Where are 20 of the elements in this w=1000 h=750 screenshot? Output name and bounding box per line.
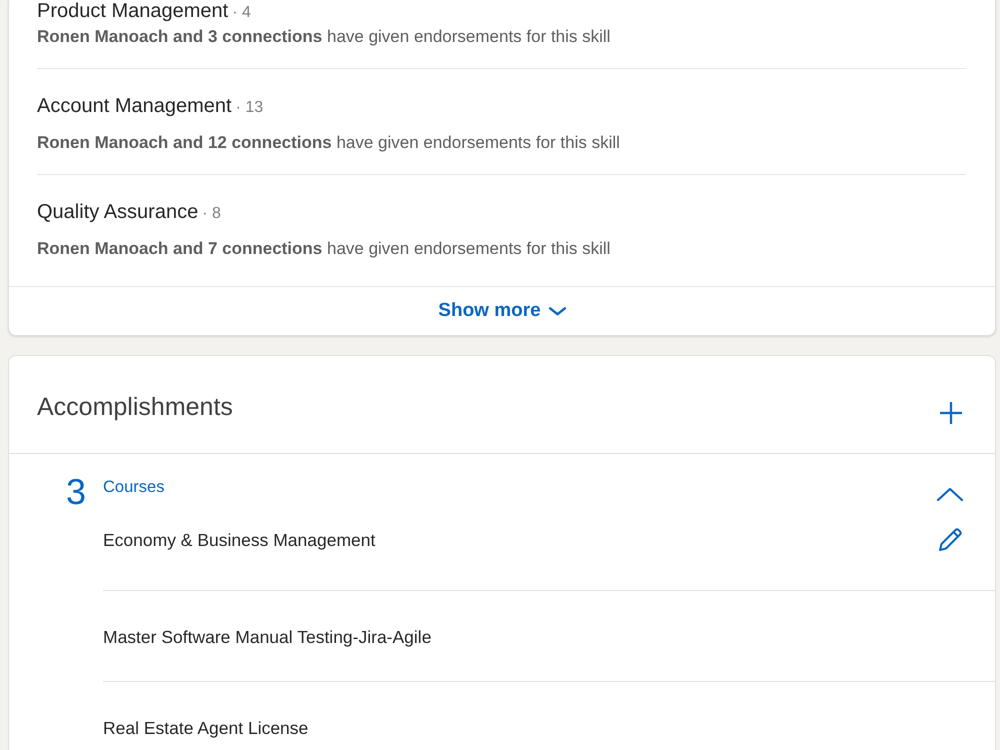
- skill-name: Account Management: [37, 95, 232, 117]
- course-title: Real Estate Agent License: [103, 718, 308, 738]
- course-title: Master Software Manual Testing-Jira-Agile: [103, 627, 432, 647]
- endorsement-text: Ronen Manoach and 3 connections have given endorsements for this skill: [37, 27, 612, 47]
- course-title: Economy & Business Management: [103, 530, 376, 550]
- chevron-down-icon: [548, 306, 566, 316]
- plus-icon[interactable]: [939, 401, 963, 425]
- skill-name: Quality Assurance: [37, 201, 198, 223]
- course-count: 3: [66, 471, 86, 512]
- section-title: Accomplishments: [37, 394, 233, 420]
- skill-name: Product Management: [37, 0, 228, 22]
- endorsement-count: · 8: [202, 205, 221, 222]
- endorsement-text: Ronen Manoach and 7 connections have given endorsements for this skill: [37, 239, 612, 259]
- show-more-button[interactable]: Show more: [430, 298, 574, 324]
- category-link[interactable]: Courses: [103, 477, 164, 497]
- pencil-icon[interactable]: [937, 527, 963, 553]
- endorsement-count: · 13: [236, 99, 264, 116]
- endorsement-count: · 4: [232, 4, 251, 21]
- chevron-up-icon[interactable]: [937, 487, 963, 501]
- endorsement-text: Ronen Manoach and 12 connections have given endorsements for this skill: [37, 133, 621, 153]
